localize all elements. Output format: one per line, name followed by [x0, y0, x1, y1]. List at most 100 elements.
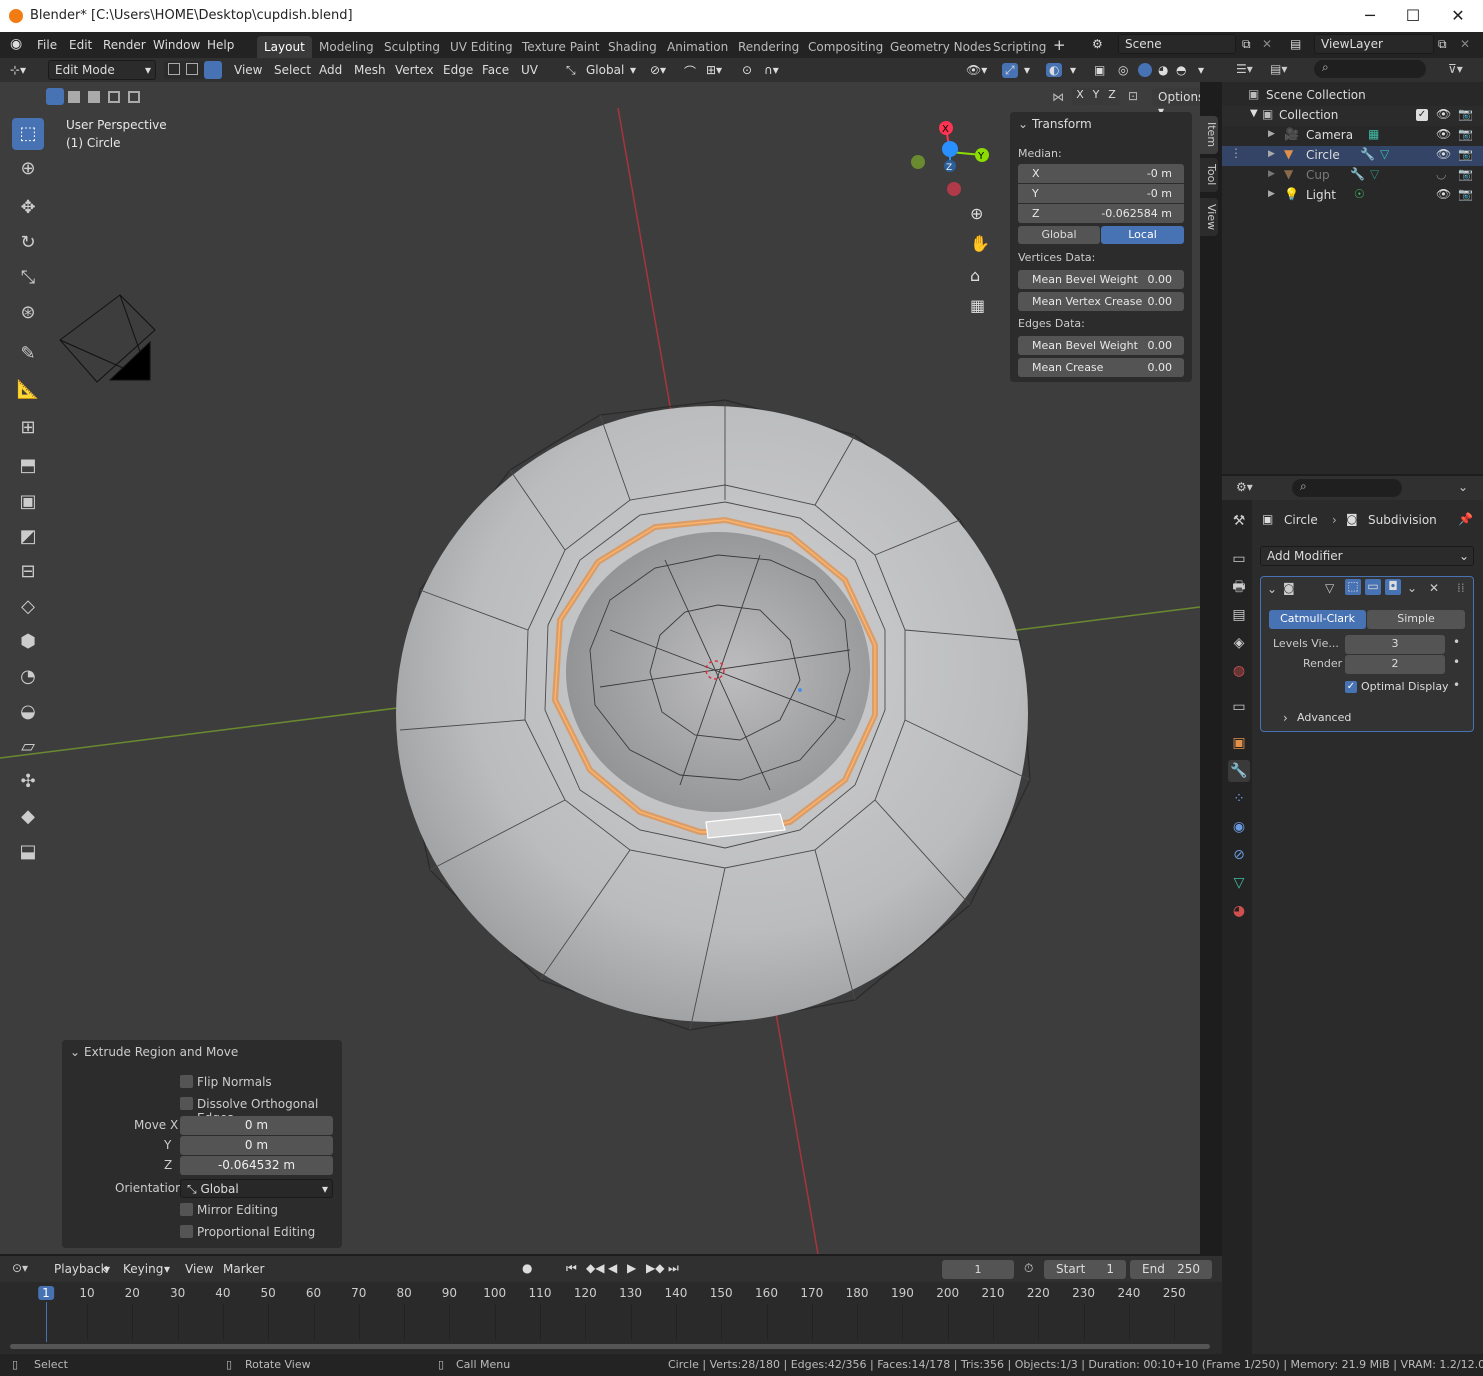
new-view-layer-icon[interactable]: ⧉ [1438, 37, 1447, 52]
view-layer-field[interactable]: ViewLayer [1314, 34, 1434, 54]
median-z-field[interactable]: Z -0.062584 m [1018, 204, 1184, 223]
data-tab-icon[interactable]: ▽ [1228, 872, 1250, 894]
scene-selector-icon[interactable]: ⚙ [1092, 37, 1103, 51]
chevron-down-icon[interactable]: ⌄ [1267, 582, 1277, 596]
outliner-item-circle[interactable]: ▶ ▼ Circle 🔧 ▽ 👁 📷 [1222, 146, 1483, 166]
menu-edge[interactable]: Edge [443, 63, 473, 77]
viewport-toggle-icon[interactable]: ▭ [1365, 579, 1381, 595]
blender-menu-icon[interactable]: ◉ [10, 36, 22, 52]
material-tab-icon[interactable]: ◕ [1228, 900, 1250, 922]
gizmo-toggle-icon[interactable]: ⤢ [1002, 63, 1018, 78]
select-invert-icon[interactable] [108, 91, 120, 103]
camera-render-icon[interactable]: 📷 [1458, 167, 1473, 181]
menu-file[interactable]: File [37, 38, 57, 52]
add-cube-icon[interactable]: ⊞ [12, 412, 44, 444]
filter-mode-icon[interactable]: ▤▾ [1270, 62, 1287, 76]
tab-sculpting[interactable]: Sculpting [384, 36, 440, 58]
scale-icon[interactable]: ⤡ [12, 262, 44, 294]
orientation-dropdown[interactable]: ⤡ Global ▾ [180, 1179, 333, 1198]
camera-render-icon[interactable]: 📷 [1458, 187, 1473, 201]
chevron-down-icon[interactable]: ▾ [1070, 63, 1076, 77]
edge-crease-field[interactable]: Mean Crease 0.00 [1018, 358, 1184, 377]
options-dropdown[interactable]: Options ▾ [1152, 88, 1200, 118]
eye-icon[interactable]: 👁 [1436, 147, 1451, 161]
tab-rendering[interactable]: Rendering [738, 36, 799, 58]
object-tab-icon[interactable]: ▣ [1228, 732, 1250, 754]
pivot-icon[interactable]: ⊘▾ [650, 63, 666, 77]
eye-hidden-icon[interactable]: ◡ [1436, 167, 1446, 181]
keyframe-dot-icon[interactable]: • [1453, 655, 1460, 669]
chevron-down-icon[interactable]: ⌄ [70, 1045, 80, 1059]
editor-type-icon[interactable]: ⊹▾ [10, 63, 26, 77]
overlays-icon[interactable]: ◐ [1046, 63, 1063, 77]
chevron-right-icon[interactable]: ▶ [1268, 169, 1275, 179]
chevron-right-icon[interactable]: › [1283, 711, 1288, 725]
mirror-y-toggle[interactable]: Y [1088, 88, 1104, 105]
timeline-scrollbar[interactable] [10, 1344, 1210, 1349]
play-icon[interactable]: ▶ [627, 1261, 636, 1275]
advanced-subpanel[interactable]: Advanced [1297, 711, 1351, 724]
simple-button[interactable]: Simple [1367, 610, 1465, 629]
remove-modifier-icon[interactable]: ✕ [1429, 581, 1439, 595]
menu-edit[interactable]: Edit [69, 38, 92, 52]
shear-icon[interactable]: ◆ [12, 801, 44, 833]
chevron-down-icon[interactable]: ▾ [1198, 63, 1204, 77]
snap-icon[interactable]: ⌒ [684, 63, 696, 80]
mirror-x-toggle[interactable]: X [1072, 88, 1088, 105]
bevel-icon[interactable]: ◩ [12, 521, 44, 553]
cursor-icon[interactable]: ⊕ [12, 153, 44, 185]
tab-shading[interactable]: Shading [608, 36, 657, 58]
constraints-tab-icon[interactable]: ⊘ [1228, 844, 1250, 866]
median-y-field[interactable]: Y -0 m [1018, 184, 1184, 203]
menu-add[interactable]: Add [319, 63, 342, 77]
collection-row[interactable]: ▼ ▣ Collection ✓ 👁 📷 [1222, 106, 1483, 126]
orientation-selector[interactable]: Global [586, 63, 624, 77]
new-scene-icon[interactable]: ⧉ [1242, 37, 1251, 52]
editor-type-icon[interactable]: ⊙▾ [12, 1261, 28, 1275]
rendered-shading-icon[interactable]: ◓ [1176, 63, 1186, 77]
jump-end-icon[interactable]: ⏭ [668, 1261, 679, 1276]
spin-icon[interactable]: ◔ [12, 661, 44, 693]
camera-view-icon[interactable]: ⌂ [970, 266, 980, 285]
remove-scene-icon[interactable]: ✕ [1262, 37, 1272, 51]
outliner-item-cup[interactable]: ▶ ▼ Cup 🔧 ▽ ◡ 📷 [1222, 166, 1483, 186]
physics-tab-icon[interactable]: ◉ [1228, 816, 1250, 838]
catmull-clark-button[interactable]: Catmull-Clark [1269, 610, 1366, 629]
dissolve-checkbox[interactable] [180, 1097, 193, 1110]
menu-marker[interactable]: Marker [223, 1262, 264, 1276]
move-icon[interactable]: ✥ [12, 192, 44, 224]
pan-hand-icon[interactable]: ✋ [970, 234, 990, 253]
output-tab-icon[interactable]: 🖶 [1228, 576, 1250, 598]
vertex-crease-field[interactable]: Mean Vertex Crease 0.00 [1018, 292, 1184, 311]
view-layer-icon[interactable]: ▤ [1290, 37, 1301, 51]
chevron-down-icon[interactable]: ⌄ [1458, 480, 1468, 494]
add-workspace-icon[interactable]: + [1053, 36, 1066, 54]
snap-target-icon[interactable]: ⊞▾ [706, 63, 722, 77]
smooth-icon[interactable]: ◒ [12, 696, 44, 728]
remove-view-layer-icon[interactable]: ✕ [1460, 37, 1470, 51]
tab-scripting[interactable]: Scripting [993, 36, 1046, 58]
face-select-icon[interactable] [204, 61, 222, 79]
render-tab-icon[interactable]: ▭ [1228, 548, 1250, 570]
editor-type-icon[interactable]: ⚙▾ [1236, 480, 1253, 494]
particles-tab-icon[interactable]: ⁘ [1228, 788, 1250, 810]
rip-icon[interactable]: ⬓ [12, 836, 44, 868]
end-frame-field[interactable]: End 250 [1130, 1260, 1212, 1279]
wireframe-shading-icon[interactable]: ◎ [1118, 63, 1128, 77]
levels-viewport-field[interactable]: 3 [1345, 635, 1445, 654]
menu-select[interactable]: Select [274, 63, 311, 77]
ortho-grid-icon[interactable]: ▦ [970, 296, 985, 315]
playhead[interactable] [46, 1302, 47, 1342]
menu-mesh[interactable]: Mesh [354, 63, 386, 77]
global-space-button[interactable]: Global [1018, 226, 1100, 244]
preview-range-icon[interactable]: ⏱ [1024, 1261, 1033, 1276]
scene-tab-icon[interactable]: ◈ [1228, 632, 1250, 654]
eye-icon[interactable]: 👁 [1436, 187, 1451, 201]
chevron-down-icon[interactable]: ▾ [630, 63, 636, 77]
exclude-checkbox[interactable]: ✓ [1416, 109, 1428, 121]
menu-view[interactable]: View [185, 1262, 213, 1276]
visibility-icon[interactable]: 👁▾ [966, 63, 987, 77]
tab-item[interactable]: Item [1200, 116, 1218, 154]
mode-selector[interactable]: Edit Mode ▾ [48, 60, 156, 80]
timeline-ruler[interactable]: 1 10 20 30 40 50 60 70 80 90 100 110 120 130 140 150 160… [0, 1284, 1222, 1354]
